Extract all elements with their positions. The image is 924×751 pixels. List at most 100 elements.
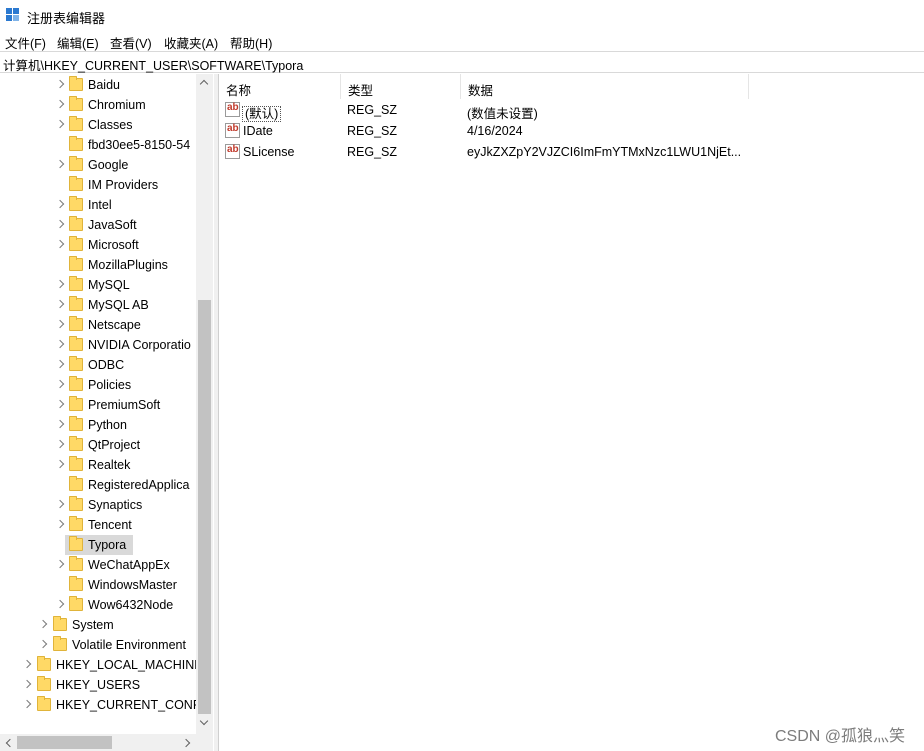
tree-item[interactable]: ODBC: [0, 355, 196, 375]
folder-icon: [69, 116, 83, 131]
tree-item[interactable]: Netscape: [0, 315, 196, 335]
tree-item[interactable]: HKEY_LOCAL_MACHINE: [0, 655, 203, 675]
chevron-right-icon[interactable]: [55, 399, 65, 409]
column-data[interactable]: 数据: [461, 74, 749, 99]
chevron-right-icon[interactable]: [22, 679, 32, 689]
scroll-right-icon[interactable]: [181, 738, 191, 748]
chevron-right-icon[interactable]: [55, 239, 65, 249]
chevron-right-icon[interactable]: [55, 319, 65, 329]
scroll-up-icon[interactable]: [199, 79, 209, 89]
scroll-thumb[interactable]: [198, 300, 211, 714]
chevron-right-icon[interactable]: [55, 599, 65, 609]
folder-icon: [69, 236, 83, 251]
scroll-left-icon[interactable]: [5, 738, 15, 748]
chevron-right-icon[interactable]: [55, 499, 65, 509]
folder-icon: [69, 536, 83, 551]
chevron-right-icon[interactable]: [55, 79, 65, 89]
tree-item[interactable]: WindowsMaster: [0, 575, 196, 595]
menu-favorites[interactable]: 收藏夹(A): [164, 33, 218, 52]
tree-item[interactable]: MySQL: [0, 275, 196, 295]
tree-item[interactable]: Tencent: [0, 515, 196, 535]
tree-item-label: QtProject: [88, 438, 141, 452]
tree-item[interactable]: QtProject: [0, 435, 196, 455]
chevron-right-icon[interactable]: [55, 299, 65, 309]
tree-item[interactable]: Intel: [0, 195, 196, 215]
value-name: SLicense: [243, 145, 295, 159]
registry-editor-icon: [6, 8, 20, 22]
tree-item[interactable]: Google: [0, 155, 196, 175]
tree-item-label: PremiumSoft: [88, 398, 161, 412]
folder-icon: [69, 96, 83, 111]
tree-item[interactable]: MozillaPlugins: [0, 255, 196, 275]
tree-item[interactable]: Microsoft: [0, 235, 196, 255]
address-path[interactable]: 计算机\HKEY_CURRENT_USER\SOFTWARE\Typora: [3, 55, 303, 74]
string-value-icon: ab: [225, 102, 240, 117]
folder-icon: [69, 156, 83, 171]
tree-item[interactable]: NVIDIA Corporatio: [0, 335, 196, 355]
menu-bar: 文件(F) 编辑(E) 查看(V) 收藏夹(A) 帮助(H): [0, 30, 924, 51]
chevron-right-icon[interactable]: [55, 419, 65, 429]
chevron-right-icon[interactable]: [55, 119, 65, 129]
chevron-right-icon[interactable]: [55, 219, 65, 229]
tree-item[interactable]: System: [0, 615, 196, 635]
tree-item-label: ODBC: [88, 358, 125, 372]
tree-item[interactable]: Typora: [0, 535, 196, 555]
chevron-right-icon[interactable]: [22, 699, 32, 709]
tree-item-label: Typora: [88, 538, 127, 552]
chevron-right-icon[interactable]: [55, 519, 65, 529]
chevron-right-icon[interactable]: [55, 459, 65, 469]
tree-item-label: Netscape: [88, 318, 141, 332]
value-row-idate[interactable]: ab IDate REG_SZ 4/16/2024: [219, 121, 924, 142]
folder-icon: [69, 256, 83, 271]
tree-item[interactable]: Chromium: [0, 95, 196, 115]
tree-item[interactable]: HKEY_CURRENT_CONFIG: [0, 695, 214, 715]
tree-item[interactable]: Volatile Environment: [0, 635, 196, 655]
chevron-right-icon[interactable]: [55, 339, 65, 349]
menu-help[interactable]: 帮助(H): [230, 33, 272, 52]
scroll-thumb-horizontal[interactable]: [17, 736, 112, 749]
tree-vertical-scrollbar[interactable]: [196, 74, 213, 734]
value-name: (默认): [242, 106, 282, 122]
tree-horizontal-scrollbar[interactable]: [0, 734, 196, 751]
chevron-right-icon[interactable]: [55, 159, 65, 169]
value-name: IDate: [243, 124, 273, 138]
chevron-right-icon[interactable]: [55, 439, 65, 449]
tree-item[interactable]: JavaSoft: [0, 215, 196, 235]
chevron-right-icon[interactable]: [22, 659, 32, 669]
tree-item[interactable]: Policies: [0, 375, 196, 395]
chevron-right-icon[interactable]: [55, 99, 65, 109]
menu-view[interactable]: 查看(V): [110, 33, 152, 52]
tree-item[interactable]: Baidu: [0, 75, 196, 95]
tree-item[interactable]: MySQL AB: [0, 295, 196, 315]
chevron-right-icon[interactable]: [55, 279, 65, 289]
key-tree[interactable]: Baidu Chromium Classes fbd30ee5-8150-54 Goog…: [0, 74, 214, 751]
column-type[interactable]: 类型: [341, 74, 461, 99]
tree-item[interactable]: Python: [0, 415, 196, 435]
chevron-right-icon[interactable]: [38, 639, 48, 649]
value-row-default[interactable]: ab (默认) REG_SZ (数值未设置): [219, 100, 924, 122]
tree-item[interactable]: WeChatAppEx: [0, 555, 196, 575]
tree-item[interactable]: Realtek: [0, 455, 196, 475]
tree-item[interactable]: Wow6432Node: [0, 595, 196, 615]
tree-item[interactable]: fbd30ee5-8150-54: [0, 135, 196, 155]
chevron-right-icon[interactable]: [55, 379, 65, 389]
chevron-right-icon[interactable]: [55, 559, 65, 569]
tree-item[interactable]: HKEY_USERS: [0, 675, 196, 695]
chevron-right-icon[interactable]: [38, 619, 48, 629]
tree-item[interactable]: RegisteredApplica: [0, 475, 196, 495]
menu-edit[interactable]: 编辑(E): [57, 33, 99, 52]
tree-item-label: MySQL AB: [88, 298, 149, 312]
address-bar[interactable]: 计算机\HKEY_CURRENT_USER\SOFTWARE\Typora: [0, 51, 924, 73]
chevron-right-icon[interactable]: [55, 359, 65, 369]
tree-item[interactable]: IM Providers: [0, 175, 196, 195]
column-name[interactable]: 名称: [219, 74, 341, 99]
value-row-slicense[interactable]: ab SLicense REG_SZ eyJkZXZpY2VJZCI6ImFmY…: [219, 142, 924, 163]
tree-item[interactable]: Classes: [0, 115, 196, 135]
scroll-down-icon[interactable]: [199, 716, 209, 726]
value-list[interactable]: 名称 类型 数据 ab (默认) REG_SZ (数值未设置) ab IDate…: [218, 74, 924, 751]
tree-item[interactable]: PremiumSoft: [0, 395, 196, 415]
folder-icon: [69, 576, 83, 591]
tree-item[interactable]: Synaptics: [0, 495, 196, 515]
chevron-right-icon[interactable]: [55, 199, 65, 209]
menu-file[interactable]: 文件(F): [5, 33, 46, 52]
